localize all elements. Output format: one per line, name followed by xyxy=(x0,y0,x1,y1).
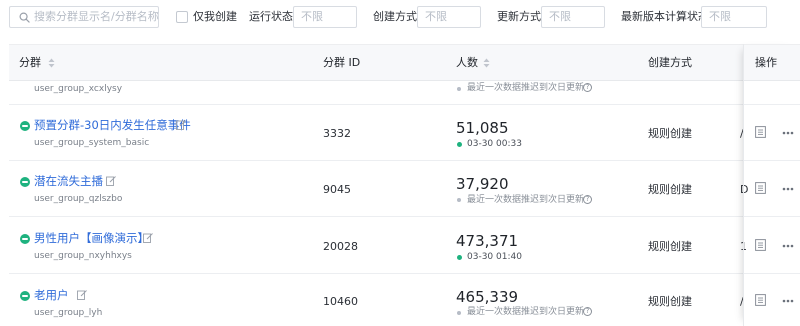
group-code: user_group_qzlszbo xyxy=(34,194,123,204)
group-code: user_group_nxyhhxys xyxy=(34,251,132,261)
update-method-value: 不限 xyxy=(549,10,571,23)
user-count: 51,085 xyxy=(456,119,509,137)
status-dot-icon xyxy=(457,142,462,147)
run-status-label: 运行状态 xyxy=(249,10,293,23)
running-status-icon xyxy=(20,177,30,187)
mine-only-checkbox[interactable] xyxy=(176,11,188,23)
more-icon[interactable] xyxy=(782,131,794,135)
update-note: 最近一次数据推迟到次日更新 xyxy=(467,83,585,93)
more-icon[interactable] xyxy=(782,187,794,191)
edit-icon[interactable] xyxy=(176,120,186,130)
update-note: 最近一次数据推迟到次日更新 xyxy=(467,307,585,317)
detail-icon[interactable] xyxy=(755,239,766,251)
note-dot-icon xyxy=(457,198,461,202)
search-placeholder: 搜索分群显示名/分群名称 xyxy=(34,10,159,23)
search-icon xyxy=(19,12,30,23)
group-code: user_group_xcxlysy xyxy=(34,84,123,94)
col-ops-header: 操作 xyxy=(755,56,777,69)
group-id: 3332 xyxy=(323,127,351,140)
create-method-value: 不限 xyxy=(425,10,447,23)
clipped-cell: D xyxy=(740,183,749,196)
group-name-link[interactable]: 男性用户【画像演示】 xyxy=(34,231,149,246)
create-method: 规则创建 xyxy=(648,295,692,308)
help-icon[interactable]: ? xyxy=(583,83,592,92)
group-id: 10460 xyxy=(323,295,358,308)
help-icon[interactable]: ? xyxy=(583,307,592,316)
update-timestamp: 03-30 00:33 xyxy=(467,139,522,149)
user-count: 37,920 xyxy=(456,175,509,193)
clipped-cell: / xyxy=(740,127,744,140)
group-code: user_group_lyh xyxy=(34,308,103,318)
detail-icon[interactable] xyxy=(755,182,766,194)
running-status-icon xyxy=(20,234,30,244)
edit-icon[interactable] xyxy=(143,233,153,243)
group-name-link[interactable]: 潜在流失主播 xyxy=(34,174,103,189)
running-status-icon xyxy=(20,121,30,131)
group-id: 20028 xyxy=(323,240,358,253)
update-note: 最近一次数据推迟到次日更新 xyxy=(467,195,585,205)
table-row: user_group_xcxlysy 最近一次数据推迟到次日更新 ? xyxy=(9,81,800,105)
create-method-select[interactable]: 不限 xyxy=(417,6,481,28)
group-code: user_group_system_basic xyxy=(34,138,150,148)
more-icon[interactable] xyxy=(782,244,794,248)
create-method: 规则创建 xyxy=(648,183,692,196)
help-icon[interactable]: ? xyxy=(583,195,592,204)
run-status-select[interactable]: 不限 xyxy=(293,6,357,28)
filter-bar: 搜索分群显示名/分群名称 仅我创建 运行状态 不限 创建方式 不限 更新方式 不… xyxy=(0,0,800,40)
sort-icon[interactable] xyxy=(483,58,490,68)
user-count: 465,339 xyxy=(456,288,519,306)
note-dot-icon xyxy=(457,87,461,91)
create-method: 规则创建 xyxy=(648,127,692,140)
sort-icon[interactable] xyxy=(48,58,55,68)
group-name-link[interactable]: 老用户 xyxy=(34,288,69,303)
search-input[interactable]: 搜索分群显示名/分群名称 xyxy=(9,6,159,28)
update-method-label: 更新方式 xyxy=(497,10,541,23)
col-count-header[interactable]: 人数 xyxy=(456,56,478,70)
col-group-id-header: 分群 ID xyxy=(323,56,361,69)
clipped-cell: 1 xyxy=(740,240,747,253)
run-status-value: 不限 xyxy=(301,10,323,23)
create-method-label: 创建方式 xyxy=(373,10,417,23)
more-icon[interactable] xyxy=(782,299,794,303)
latest-calc-value: 不限 xyxy=(709,10,731,23)
table-row: 潜在流失主播 user_group_qzlszbo 9045 37,920 最近… xyxy=(9,161,800,217)
edit-icon[interactable] xyxy=(106,176,116,186)
update-method-select[interactable]: 不限 xyxy=(541,6,605,28)
create-method: 规则创建 xyxy=(648,240,692,253)
table-header: 分群 分群 ID 人数 创建方式 操作 xyxy=(9,44,800,81)
user-count: 473,371 xyxy=(456,232,519,250)
group-id: 9045 xyxy=(323,183,351,196)
group-name-link[interactable]: 预置分群-30日内发生任意事件 xyxy=(34,118,191,133)
detail-icon[interactable] xyxy=(755,294,766,306)
latest-calc-select[interactable]: 不限 xyxy=(701,6,767,28)
mine-only-label: 仅我创建 xyxy=(193,10,237,23)
table-row: 男性用户【画像演示】 user_group_nxyhhxys 20028 473… xyxy=(9,217,800,274)
col-create-method-header: 创建方式 xyxy=(648,56,692,69)
note-dot-icon xyxy=(457,311,461,315)
clipped-cell: / xyxy=(740,295,744,308)
table-row: 预置分群-30日内发生任意事件 user_group_system_basic … xyxy=(9,105,800,161)
status-dot-icon xyxy=(457,255,462,260)
detail-icon[interactable] xyxy=(755,126,766,138)
running-status-icon xyxy=(20,291,30,301)
edit-icon[interactable] xyxy=(77,290,87,300)
latest-calc-label: 最新版本计算状态 xyxy=(621,10,709,23)
update-timestamp: 03-30 01:40 xyxy=(467,252,522,262)
col-group-header[interactable]: 分群 xyxy=(19,56,41,70)
table-row: 老用户 user_group_lyh 10460 465,339 最近一次数据推… xyxy=(9,274,800,326)
